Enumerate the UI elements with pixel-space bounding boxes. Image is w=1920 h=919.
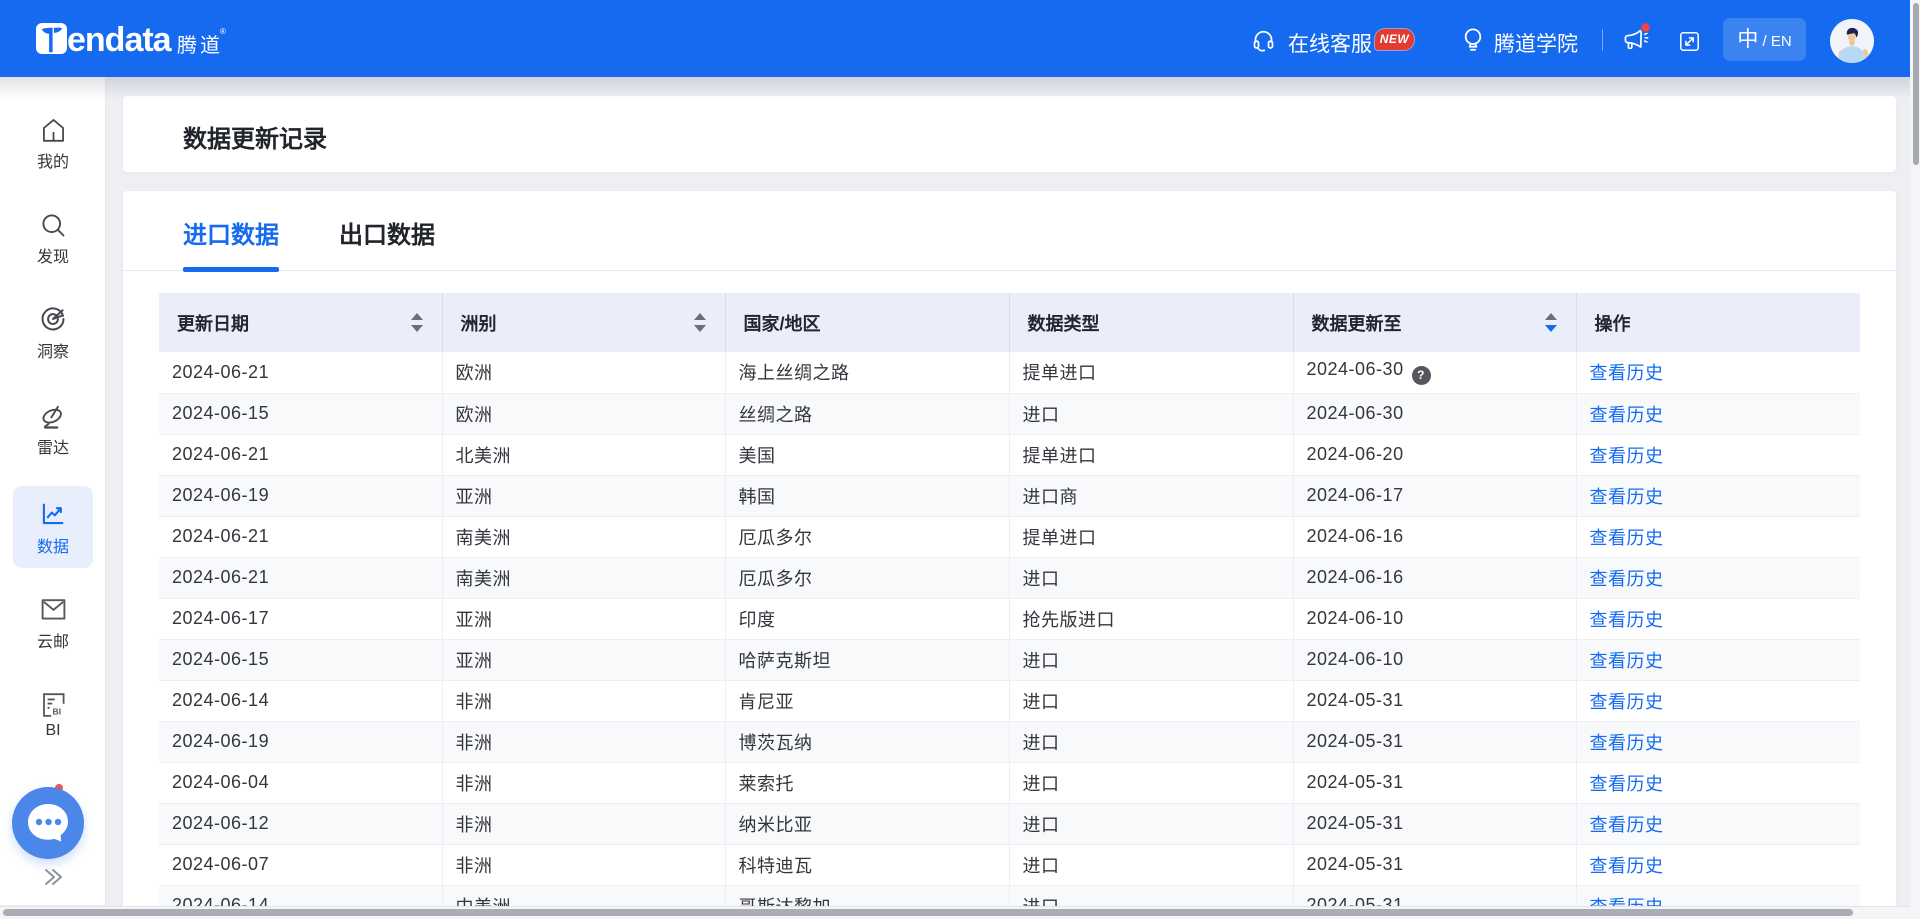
svg-text:BI: BI [52,706,61,716]
